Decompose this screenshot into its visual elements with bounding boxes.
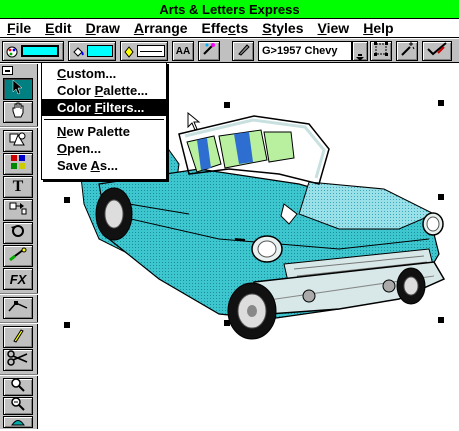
popup-menu-item[interactable]: Open... [42,140,166,157]
style-select[interactable]: G>1957 Chevy [258,41,352,61]
color-effects-button[interactable] [198,41,220,61]
menu-styles[interactable]: Styles [255,20,310,36]
check-brush-icon [426,41,448,62]
popup-menu-item[interactable]: Color Palette... [42,82,166,99]
paint-bucket-tool[interactable] [3,416,33,428]
gradient-brush-icon [9,247,27,266]
selection-handle[interactable] [438,100,444,106]
selection-handle[interactable] [224,320,230,326]
color-popup-menu: Custom... Color Palette... Color Filters..… [41,62,167,180]
hand-icon [10,102,26,123]
selection-handle[interactable] [64,197,70,203]
menu-separator [44,119,164,120]
shapes-tool[interactable] [3,130,33,152]
text-tool-label: T [12,178,24,195]
magic-wand-icon [399,41,415,62]
fx-tool[interactable]: FX [3,268,33,290]
line-color-button[interactable] [2,41,64,61]
fill-color-button[interactable] [68,41,116,61]
symbol-library-icon [10,154,26,175]
shapes-icon [9,131,27,152]
pen-nib-icon [124,45,134,63]
gradient-tool[interactable] [3,245,33,267]
title-bar: Arts & Letters Express [0,0,459,19]
menu-arrange[interactable]: Arrange [127,20,195,36]
scissors-tool[interactable] [3,349,33,371]
selection-handle[interactable] [438,194,444,200]
node-select-icon [373,41,389,62]
connector-icon [9,201,27,220]
style-select-value: G>1957 Chevy [262,45,338,57]
popup-menu-item[interactable]: New Palette [42,123,166,140]
hand-tool[interactable] [3,101,33,123]
node-edit-button[interactable] [370,41,392,61]
line-tool[interactable] [3,297,33,319]
window-title: Arts & Letters Express [159,1,300,17]
toolbox: T FX [0,64,38,429]
special-effects-button[interactable] [396,41,418,61]
toolbox-control-menu[interactable] [2,66,13,75]
rotate-tool[interactable] [3,222,33,244]
menu-help[interactable]: Help [356,20,400,36]
rotate-icon [10,223,26,244]
color-wand-icon [202,42,216,61]
paint-bucket-icon [72,45,84,63]
arrow-pointer-icon [12,78,24,100]
dome-icon [10,413,26,431]
menu-file[interactable]: File [0,20,38,36]
palette-icon [6,45,18,63]
mouse-cursor-icon [187,111,201,137]
menu-bar: File Edit Draw Arrange Effects Styles View Help [0,19,459,38]
menu-effects[interactable]: Effects [195,20,256,36]
arrow-tool[interactable] [3,78,33,100]
line-curve-icon [8,299,28,318]
selection-handle[interactable] [64,322,70,328]
pen-tool[interactable] [3,326,33,348]
menu-view[interactable]: View [311,20,357,36]
text-type-button[interactable]: AA [172,41,194,61]
check-brush-button[interactable] [422,41,452,61]
popup-menu-item[interactable]: Color Filters... [42,99,166,116]
symbols-tool[interactable] [3,153,33,175]
pen-icon [11,327,25,348]
popup-menu-item[interactable]: Custom... [42,65,166,82]
line-style-button[interactable] [120,41,168,61]
line-weight-sample [137,45,165,57]
fill-color-swatch [87,45,113,57]
selection-handle[interactable] [438,317,444,323]
menu-draw[interactable]: Draw [79,20,127,36]
scissors-icon [7,349,29,371]
toolbar: AA G>1957 Chevy [0,39,459,63]
pencil-icon [236,42,250,61]
pen-edit-button[interactable] [232,41,254,61]
style-select-dropdown[interactable] [352,41,368,61]
text-type-label: AA [175,45,191,57]
line-color-swatch [21,45,59,57]
menu-edit[interactable]: Edit [38,20,78,36]
text-tool[interactable]: T [3,176,33,198]
connector-tool[interactable] [3,199,33,221]
fx-tool-label: FX [9,271,27,287]
zoom-tool[interactable] [3,377,33,397]
popup-menu-item[interactable]: Save As... [42,157,166,174]
selection-handle[interactable] [224,102,230,108]
magnifier-icon [11,377,25,397]
